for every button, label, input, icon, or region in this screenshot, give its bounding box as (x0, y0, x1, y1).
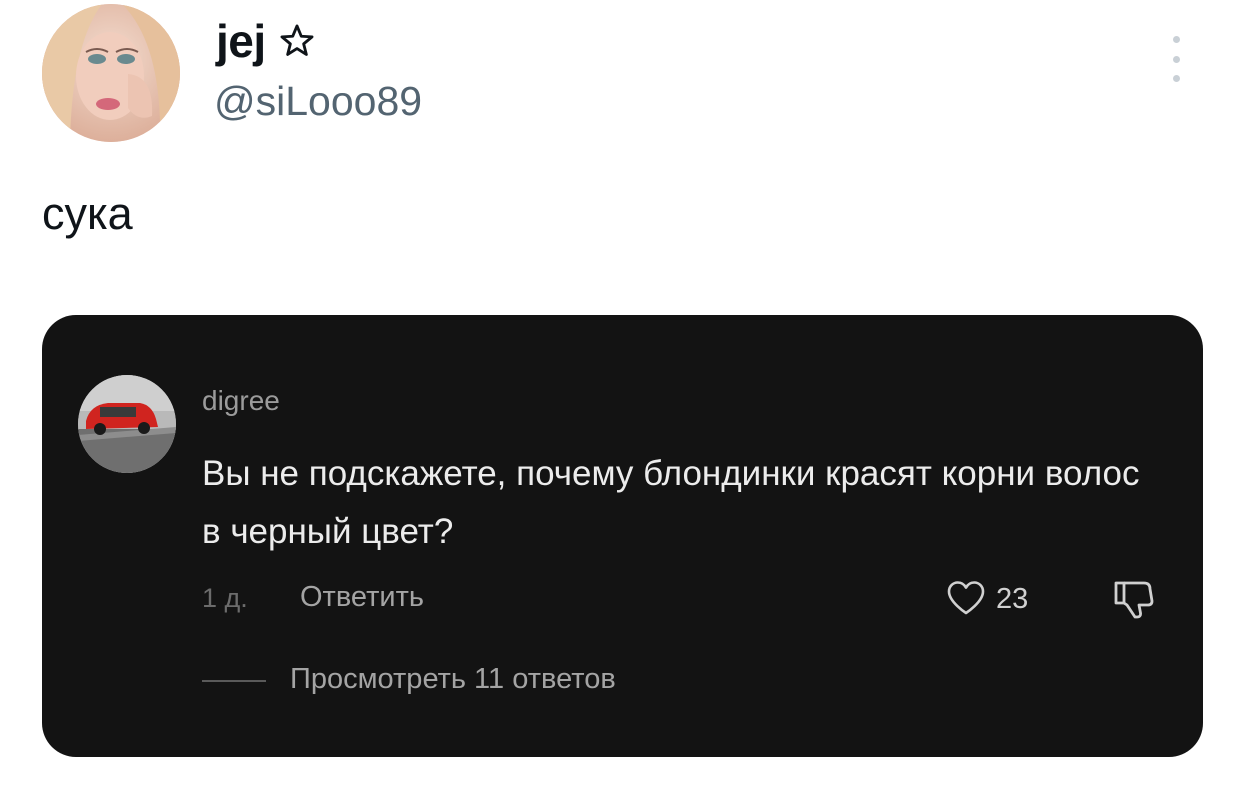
commenter-avatar-image (78, 375, 176, 473)
embedded-comment-card: digree Вы не подскажете, почему блондинк… (42, 315, 1203, 757)
like-count: 23 (996, 583, 1029, 615)
commenter-username[interactable]: digree (202, 385, 280, 417)
post-text: сука (42, 188, 133, 239)
star-outline-icon (280, 24, 314, 56)
comment-text: Вы не подскажете, почему блондинки крася… (202, 454, 1140, 551)
author-display-name[interactable]: jej (216, 14, 316, 68)
more-vertical-icon[interactable] (1166, 36, 1186, 82)
commenter-avatar[interactable] (78, 375, 176, 473)
author-avatar-image (42, 4, 180, 142)
thumbs-down-icon[interactable] (1112, 577, 1156, 621)
reply-button[interactable]: Ответить (300, 581, 424, 614)
author-avatar[interactable] (42, 4, 180, 142)
heart-icon[interactable] (946, 580, 986, 616)
display-name-text: jej (216, 15, 266, 67)
post-screenshot: jej @siLooo89 сука digree Вы не подскаже… (0, 0, 1241, 800)
author-handle[interactable]: @siLooo89 (214, 78, 422, 125)
view-replies-button[interactable]: Просмотреть 11 ответов (290, 663, 616, 696)
comment-time: 1 д. (202, 583, 248, 613)
replies-divider (202, 680, 266, 682)
